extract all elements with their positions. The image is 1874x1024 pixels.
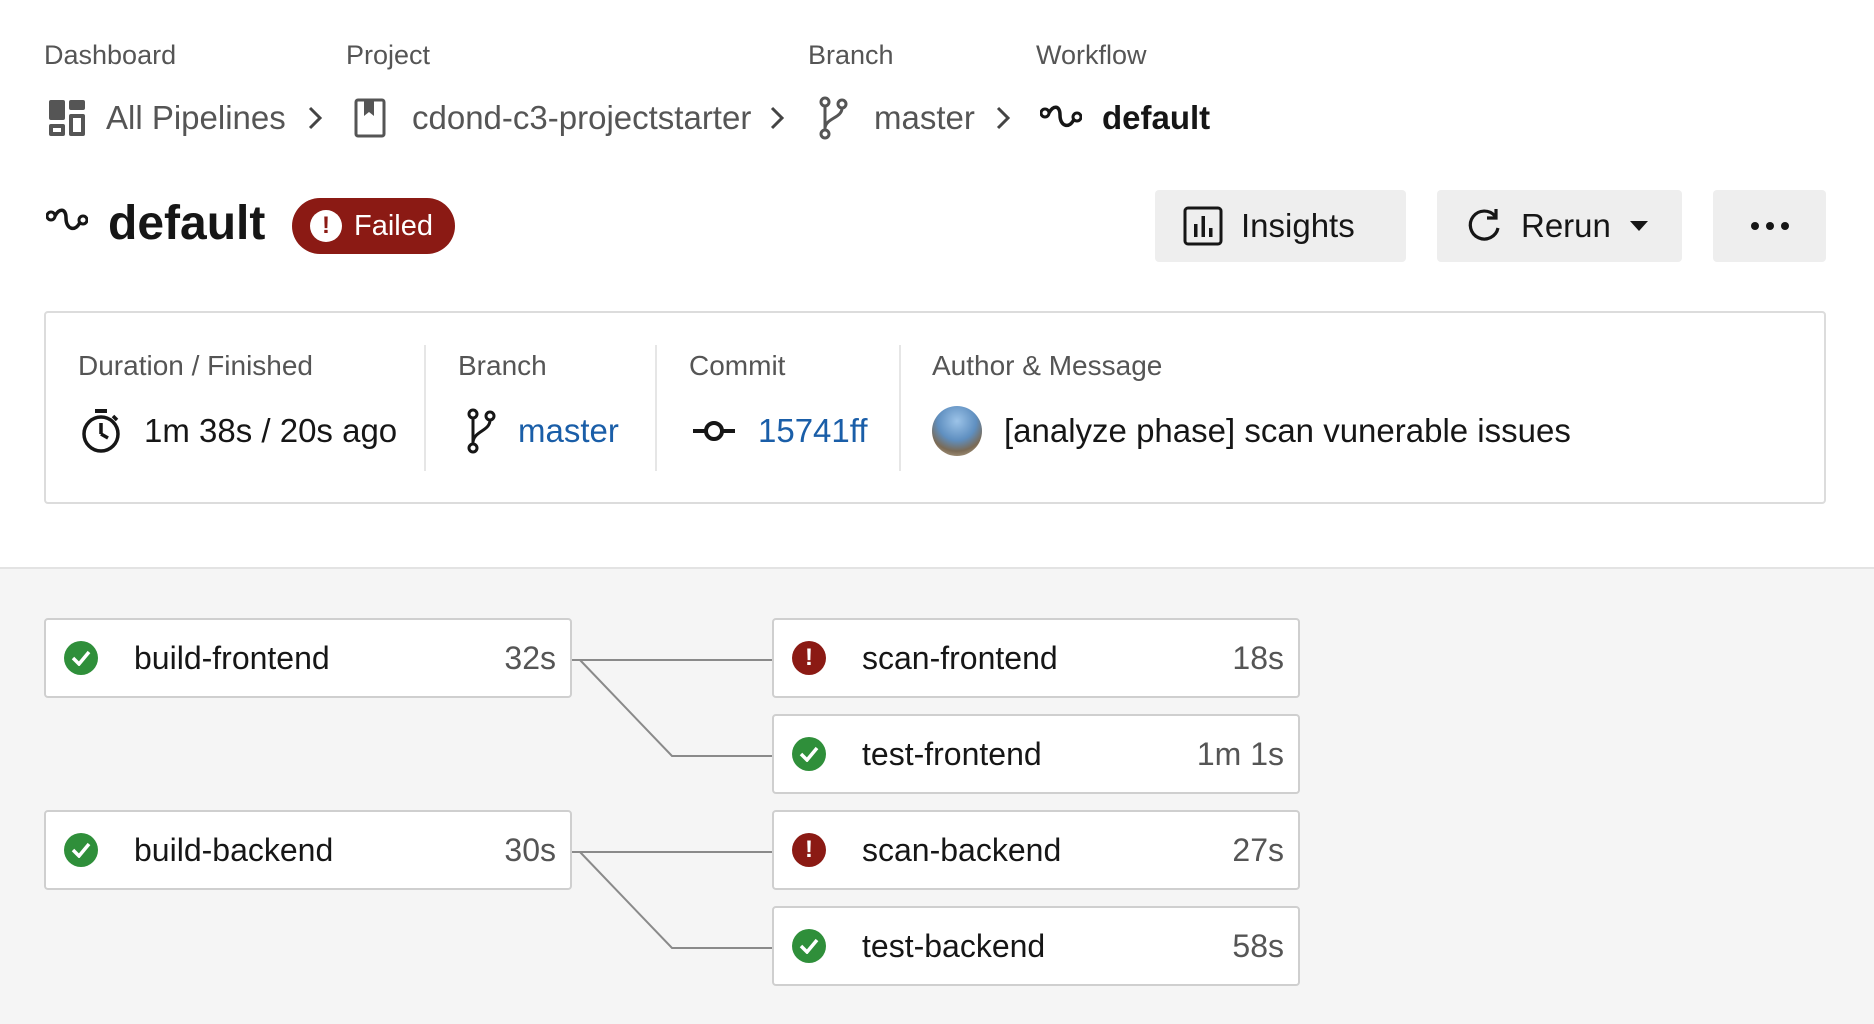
alert-circle-icon: ! <box>792 641 826 675</box>
job-name: test-backend <box>862 927 1046 964</box>
branch-icon <box>466 408 496 454</box>
breadcrumb-all-pipelines[interactable]: All Pipelines <box>106 99 286 137</box>
caret-down-icon <box>1629 220 1649 232</box>
job-name: build-frontend <box>134 639 330 676</box>
breadcrumb-workflow-name: default <box>1102 99 1211 136</box>
stopwatch-icon <box>80 408 122 454</box>
job-duration: 58s <box>1232 927 1284 964</box>
branch-label: Branch <box>458 350 547 381</box>
breadcrumb-branch-name[interactable]: master <box>874 99 975 137</box>
breadcrumb-label-branch: Branch <box>808 40 894 70</box>
rerun-button[interactable]: Rerun <box>1437 190 1682 262</box>
duration-label: Duration / Finished <box>78 350 314 381</box>
job-duration: 27s <box>1232 831 1284 868</box>
breadcrumb-item-project[interactable]: cdond-c3-projectstarter <box>354 96 751 140</box>
divider <box>899 345 901 471</box>
edge-build-frontend-test-frontend <box>579 659 772 757</box>
status-badge-label: Failed <box>354 209 433 242</box>
job-scan-backend[interactable]: ! scan-backend 27s <box>772 810 1300 890</box>
job-build-backend[interactable]: build-backend 30s <box>44 810 572 890</box>
page-title: default <box>108 197 266 250</box>
insights-button[interactable]: Insights <box>1155 190 1406 262</box>
chevron-right-icon <box>304 102 328 134</box>
avatar <box>932 406 982 456</box>
alert-icon: ! <box>310 210 342 242</box>
project-icon <box>354 98 386 138</box>
job-name: scan-frontend <box>862 639 1058 676</box>
breadcrumb-item-dashboard[interactable]: All Pipelines <box>48 96 286 140</box>
breadcrumb-label-dashboard: Dashboard <box>44 40 177 70</box>
check-circle-icon <box>792 737 826 771</box>
job-name: scan-backend <box>862 831 1062 868</box>
alert-circle-icon: ! <box>792 833 826 867</box>
check-circle-icon <box>64 641 98 675</box>
commit-message: [analyze phase] scan vunerable issues <box>1004 412 1571 449</box>
breadcrumb-item-workflow[interactable]: default <box>1040 96 1210 140</box>
breadcrumb-label-project: Project <box>346 40 431 70</box>
commit-link[interactable]: 15741ff <box>758 412 868 450</box>
branch-icon <box>818 96 848 140</box>
author-message-label: Author & Message <box>932 350 1163 381</box>
job-name: build-backend <box>134 831 334 868</box>
job-name: test-frontend <box>862 735 1042 772</box>
chevron-right-icon <box>992 102 1016 134</box>
job-duration: 1m 1s <box>1196 735 1284 772</box>
commit-label: Commit <box>689 350 786 381</box>
branch-value[interactable]: master <box>466 406 619 456</box>
status-badge: ! Failed <box>292 198 455 254</box>
job-build-frontend[interactable]: build-frontend 32s <box>44 618 572 698</box>
author-message-value: [analyze phase] scan vunerable issues <box>932 406 1571 456</box>
dashboard-icon <box>48 99 86 137</box>
job-scan-frontend[interactable]: ! scan-frontend 18s <box>772 618 1300 698</box>
branch-link[interactable]: master <box>518 412 619 450</box>
job-duration: 30s <box>504 831 556 868</box>
check-circle-icon <box>64 833 98 867</box>
divider <box>424 345 426 471</box>
job-duration: 18s <box>1232 639 1284 676</box>
breadcrumb-label-workflow: Workflow <box>1036 40 1147 70</box>
commit-icon <box>692 419 736 443</box>
chevron-right-icon <box>766 102 790 134</box>
job-test-frontend[interactable]: test-frontend 1m 1s <box>772 714 1300 794</box>
breadcrumb-project-name[interactable]: cdond-c3-projectstarter <box>412 99 751 137</box>
edge-build-backend-test-backend <box>579 851 772 949</box>
rerun-label: Rerun <box>1521 207 1611 244</box>
workflow-icon <box>1040 103 1082 133</box>
more-icon <box>1750 221 1790 231</box>
workflow-icon <box>45 206 89 241</box>
more-options-button[interactable] <box>1713 190 1826 262</box>
refresh-icon <box>1465 207 1503 245</box>
divider <box>655 345 657 471</box>
duration-text: 1m 38s / 20s ago <box>144 412 398 449</box>
job-duration: 32s <box>504 639 556 676</box>
commit-value[interactable]: 15741ff <box>692 406 868 456</box>
breadcrumb-item-branch[interactable]: master <box>818 96 975 140</box>
job-test-backend[interactable]: test-backend 58s <box>772 906 1300 986</box>
insights-label: Insights <box>1241 207 1355 244</box>
check-circle-icon <box>792 929 826 963</box>
chart-icon <box>1183 206 1223 246</box>
duration-value: 1m 38s / 20s ago <box>80 406 397 456</box>
